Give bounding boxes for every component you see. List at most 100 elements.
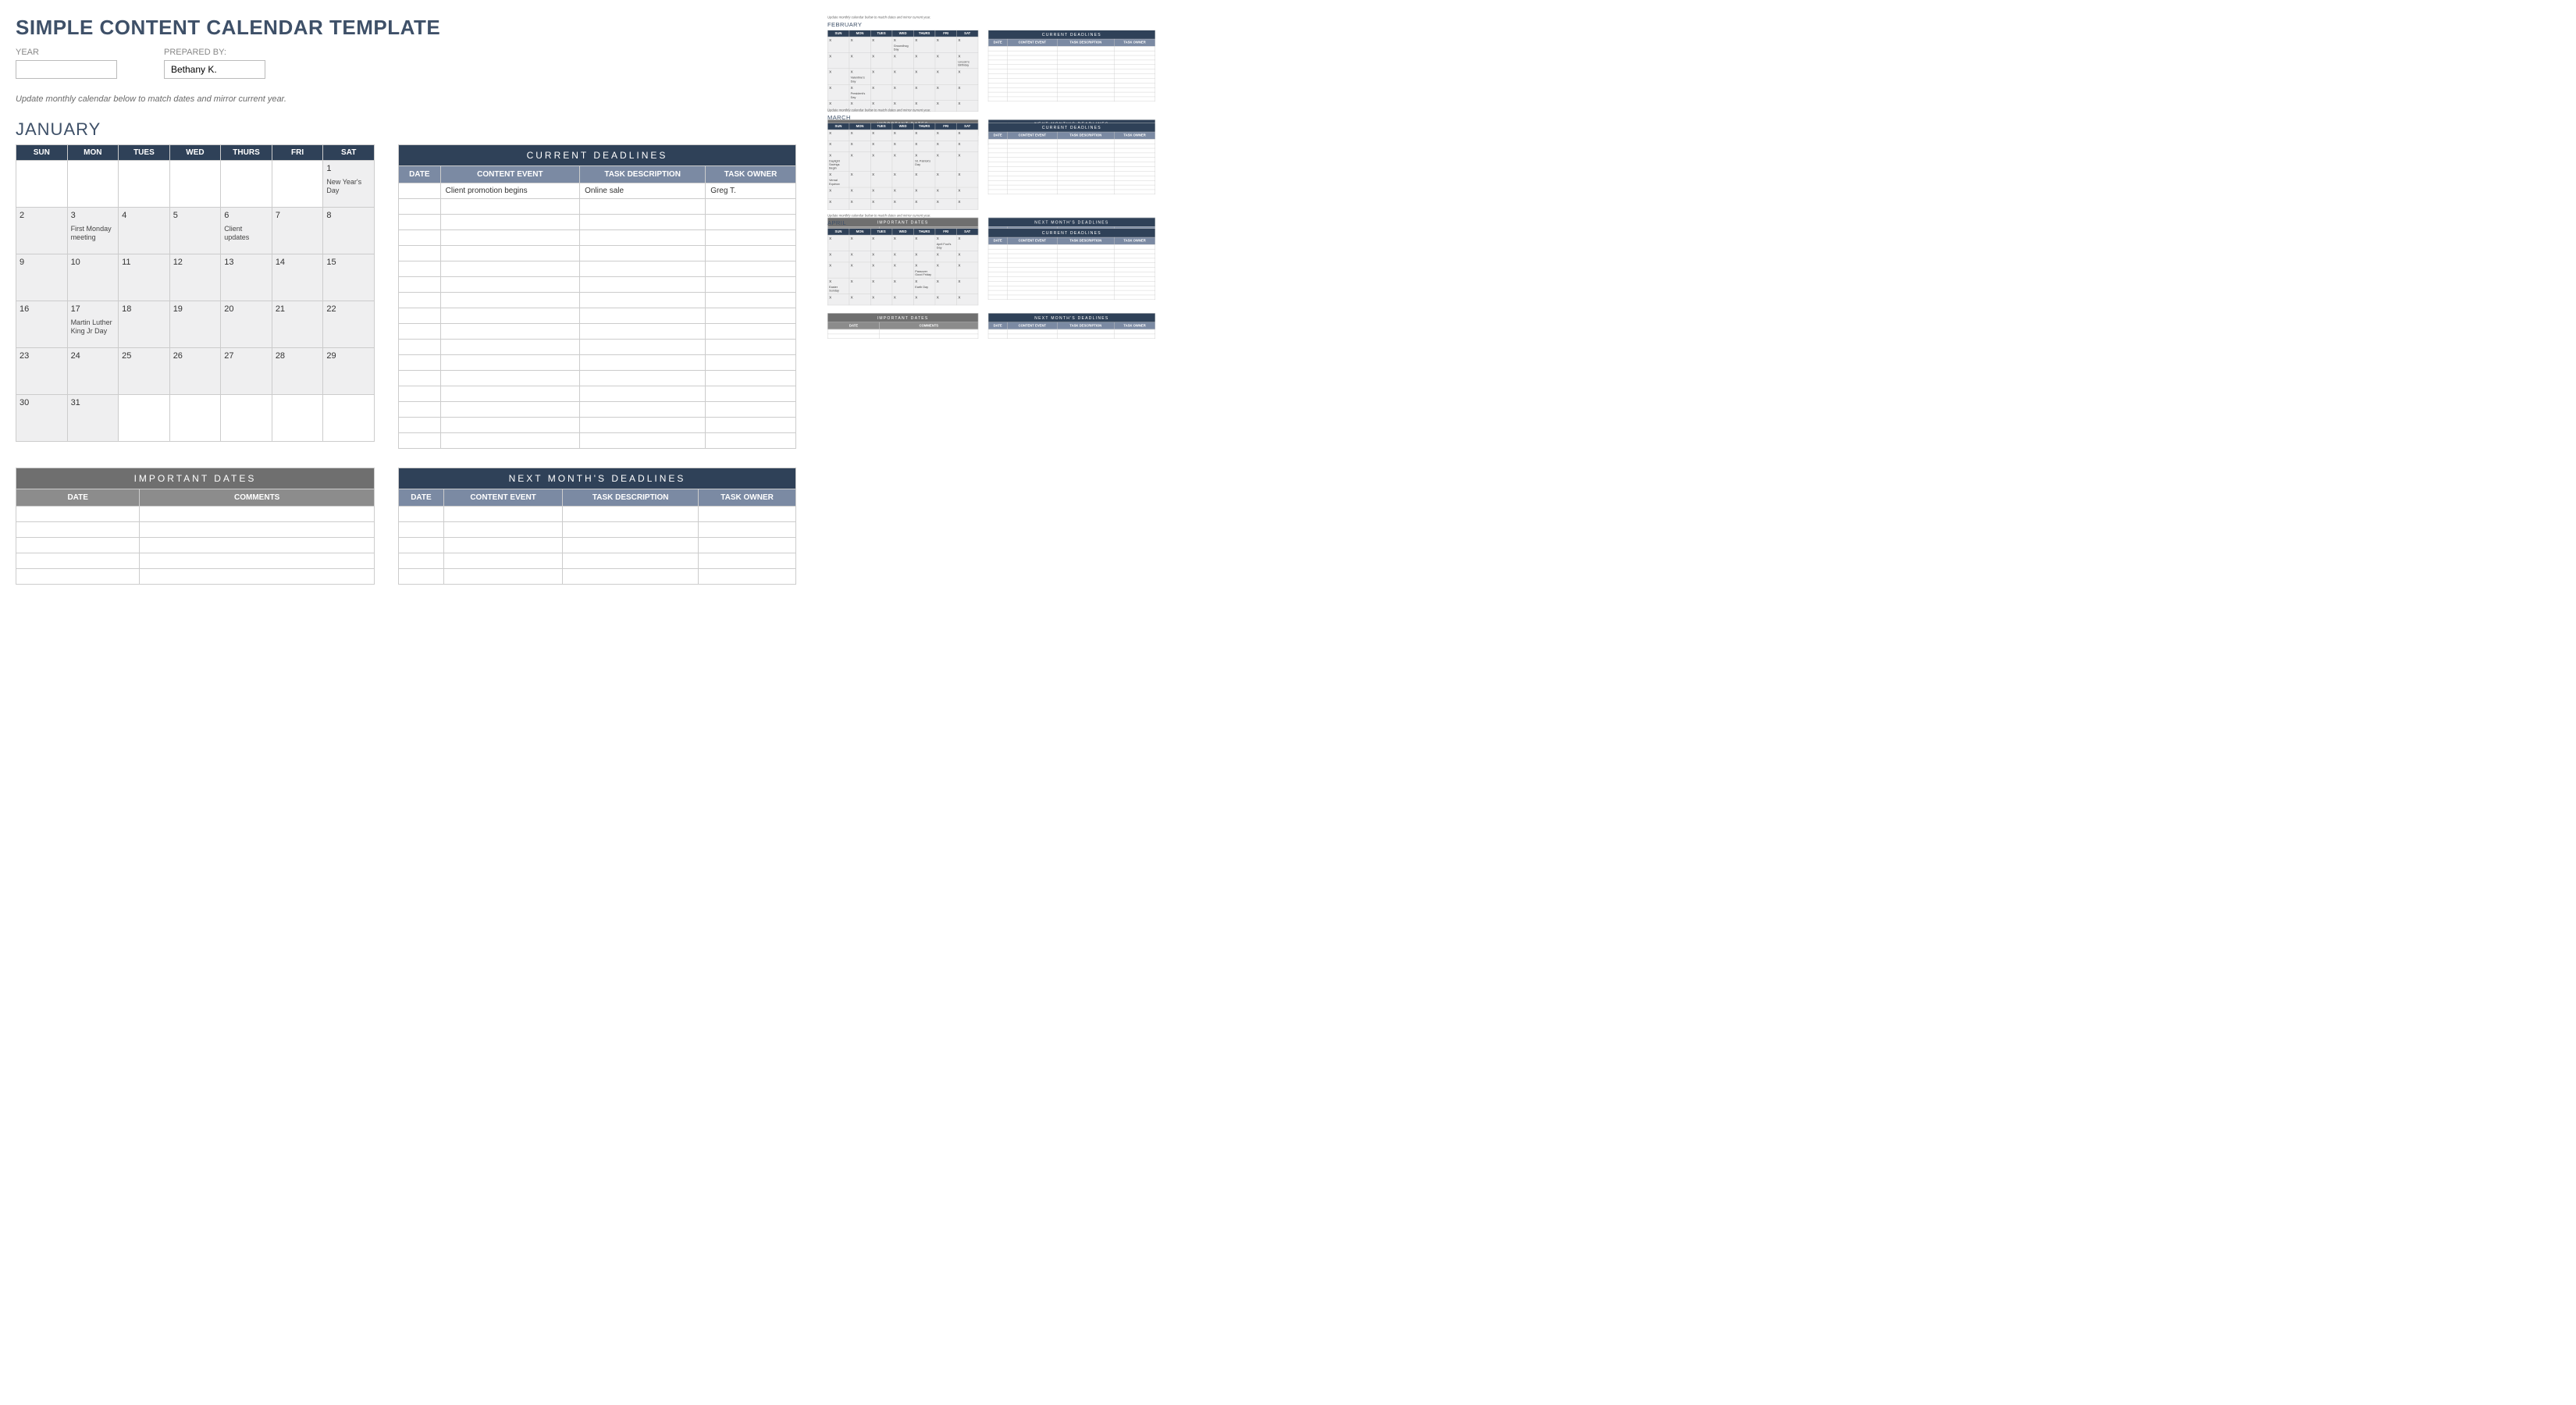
- calendar-cell[interactable]: X: [849, 262, 871, 278]
- panel-cell[interactable]: [440, 355, 579, 371]
- calendar-cell[interactable]: X: [870, 130, 892, 140]
- calendar-cell[interactable]: 28: [272, 348, 323, 395]
- calendar-cell[interactable]: X: [956, 187, 978, 198]
- calendar-cell[interactable]: X: [849, 251, 871, 262]
- calendar-cell[interactable]: 23: [16, 348, 68, 395]
- panel-cell[interactable]: [16, 538, 140, 553]
- calendar-cell[interactable]: X: [956, 199, 978, 210]
- calendar-cell[interactable]: X: [913, 52, 935, 68]
- calendar-cell[interactable]: 5: [169, 208, 221, 254]
- calendar-cell[interactable]: X: [849, 37, 871, 52]
- calendar-cell[interactable]: X: [870, 294, 892, 305]
- panel-cell[interactable]: [399, 522, 444, 538]
- calendar-cell[interactable]: X: [870, 235, 892, 251]
- panel-cell[interactable]: [580, 340, 706, 355]
- panel-cell[interactable]: [580, 246, 706, 261]
- panel-cell[interactable]: [563, 569, 699, 585]
- calendar-cell[interactable]: X: [870, 187, 892, 198]
- panel-cell[interactable]: [443, 522, 562, 538]
- calendar-cell[interactable]: X: [849, 235, 871, 251]
- calendar-cell[interactable]: X: [956, 262, 978, 278]
- panel-cell[interactable]: [580, 433, 706, 449]
- panel-cell[interactable]: [1114, 97, 1155, 101]
- calendar-cell[interactable]: 20: [221, 301, 272, 348]
- panel-cell[interactable]: [706, 277, 796, 293]
- calendar-cell[interactable]: 6Client updates: [221, 208, 272, 254]
- calendar-cell[interactable]: X: [827, 84, 849, 100]
- calendar-cell[interactable]: 19: [169, 301, 221, 348]
- panel-cell[interactable]: [399, 553, 444, 569]
- panel-cell[interactable]: [440, 293, 579, 308]
- panel-cell[interactable]: [1057, 334, 1114, 339]
- panel-cell[interactable]: [16, 569, 140, 585]
- calendar-cell[interactable]: XSt. Patrick's Day: [913, 152, 935, 172]
- panel-cell[interactable]: [580, 355, 706, 371]
- calendar-cell[interactable]: X: [956, 37, 978, 52]
- calendar-cell[interactable]: 9: [16, 254, 68, 301]
- panel-cell[interactable]: [827, 334, 880, 339]
- calendar-cell[interactable]: 16: [16, 301, 68, 348]
- panel-cell[interactable]: [699, 522, 796, 538]
- panel-cell[interactable]: [16, 507, 140, 522]
- panel-cell[interactable]: [988, 295, 1007, 300]
- calendar-cell[interactable]: X: [849, 279, 871, 294]
- panel-cell[interactable]: [699, 507, 796, 522]
- calendar-cell[interactable]: XDaylight Savings Begin: [827, 152, 849, 172]
- calendar-cell[interactable]: 17Martin Luther King Jr Day: [67, 301, 119, 348]
- calendar-cell[interactable]: XVernal Equinox: [827, 172, 849, 187]
- calendar-cell[interactable]: X: [935, 69, 957, 84]
- calendar-cell[interactable]: 3First Monday meeting: [67, 208, 119, 254]
- calendar-cell[interactable]: X: [870, 84, 892, 100]
- calendar-cell[interactable]: [67, 161, 119, 208]
- panel-cell[interactable]: [140, 553, 375, 569]
- calendar-cell[interactable]: X: [892, 172, 914, 187]
- panel-cell[interactable]: [706, 293, 796, 308]
- panel-cell[interactable]: [440, 418, 579, 433]
- calendar-cell[interactable]: X: [935, 141, 957, 152]
- panel-cell[interactable]: [1007, 295, 1057, 300]
- calendar-cell[interactable]: X: [956, 69, 978, 84]
- calendar-cell[interactable]: 15: [323, 254, 375, 301]
- calendar-cell[interactable]: 1New Year's Day: [323, 161, 375, 208]
- panel-cell[interactable]: [699, 569, 796, 585]
- calendar-cell[interactable]: X: [892, 251, 914, 262]
- calendar-cell[interactable]: [16, 161, 68, 208]
- panel-cell[interactable]: [988, 334, 1007, 339]
- panel-cell[interactable]: [399, 402, 441, 418]
- calendar-cell[interactable]: X: [956, 279, 978, 294]
- panel-cell[interactable]: [706, 371, 796, 386]
- calendar-cell[interactable]: 29: [323, 348, 375, 395]
- calendar-cell[interactable]: [119, 161, 170, 208]
- panel-cell[interactable]: [580, 230, 706, 246]
- panel-cell[interactable]: [440, 246, 579, 261]
- calendar-cell[interactable]: [119, 395, 170, 442]
- panel-cell[interactable]: [399, 230, 441, 246]
- calendar-cell[interactable]: X: [827, 262, 849, 278]
- panel-cell[interactable]: [399, 324, 441, 340]
- panel-cell[interactable]: [440, 371, 579, 386]
- calendar-cell[interactable]: X: [892, 279, 914, 294]
- calendar-cell[interactable]: XValentine's Day: [849, 69, 871, 84]
- calendar-cell[interactable]: X: [892, 294, 914, 305]
- panel-cell[interactable]: [706, 386, 796, 402]
- panel-cell[interactable]: [580, 199, 706, 215]
- panel-cell[interactable]: [706, 402, 796, 418]
- calendar-cell[interactable]: X: [913, 69, 935, 84]
- panel-cell[interactable]: [399, 183, 441, 199]
- panel-cell[interactable]: [1007, 190, 1057, 194]
- panel-cell[interactable]: [1057, 97, 1114, 101]
- panel-cell[interactable]: [706, 215, 796, 230]
- panel-cell[interactable]: [399, 569, 444, 585]
- calendar-cell[interactable]: X: [892, 84, 914, 100]
- panel-cell[interactable]: [563, 538, 699, 553]
- panel-cell[interactable]: [580, 215, 706, 230]
- calendar-cell[interactable]: X: [849, 141, 871, 152]
- panel-cell[interactable]: [1057, 190, 1114, 194]
- panel-cell[interactable]: [699, 538, 796, 553]
- calendar-cell[interactable]: [272, 161, 323, 208]
- year-input[interactable]: [16, 60, 117, 79]
- calendar-cell[interactable]: X: [935, 37, 957, 52]
- panel-cell[interactable]: [1007, 334, 1057, 339]
- calendar-cell[interactable]: X: [935, 172, 957, 187]
- calendar-cell[interactable]: X: [913, 187, 935, 198]
